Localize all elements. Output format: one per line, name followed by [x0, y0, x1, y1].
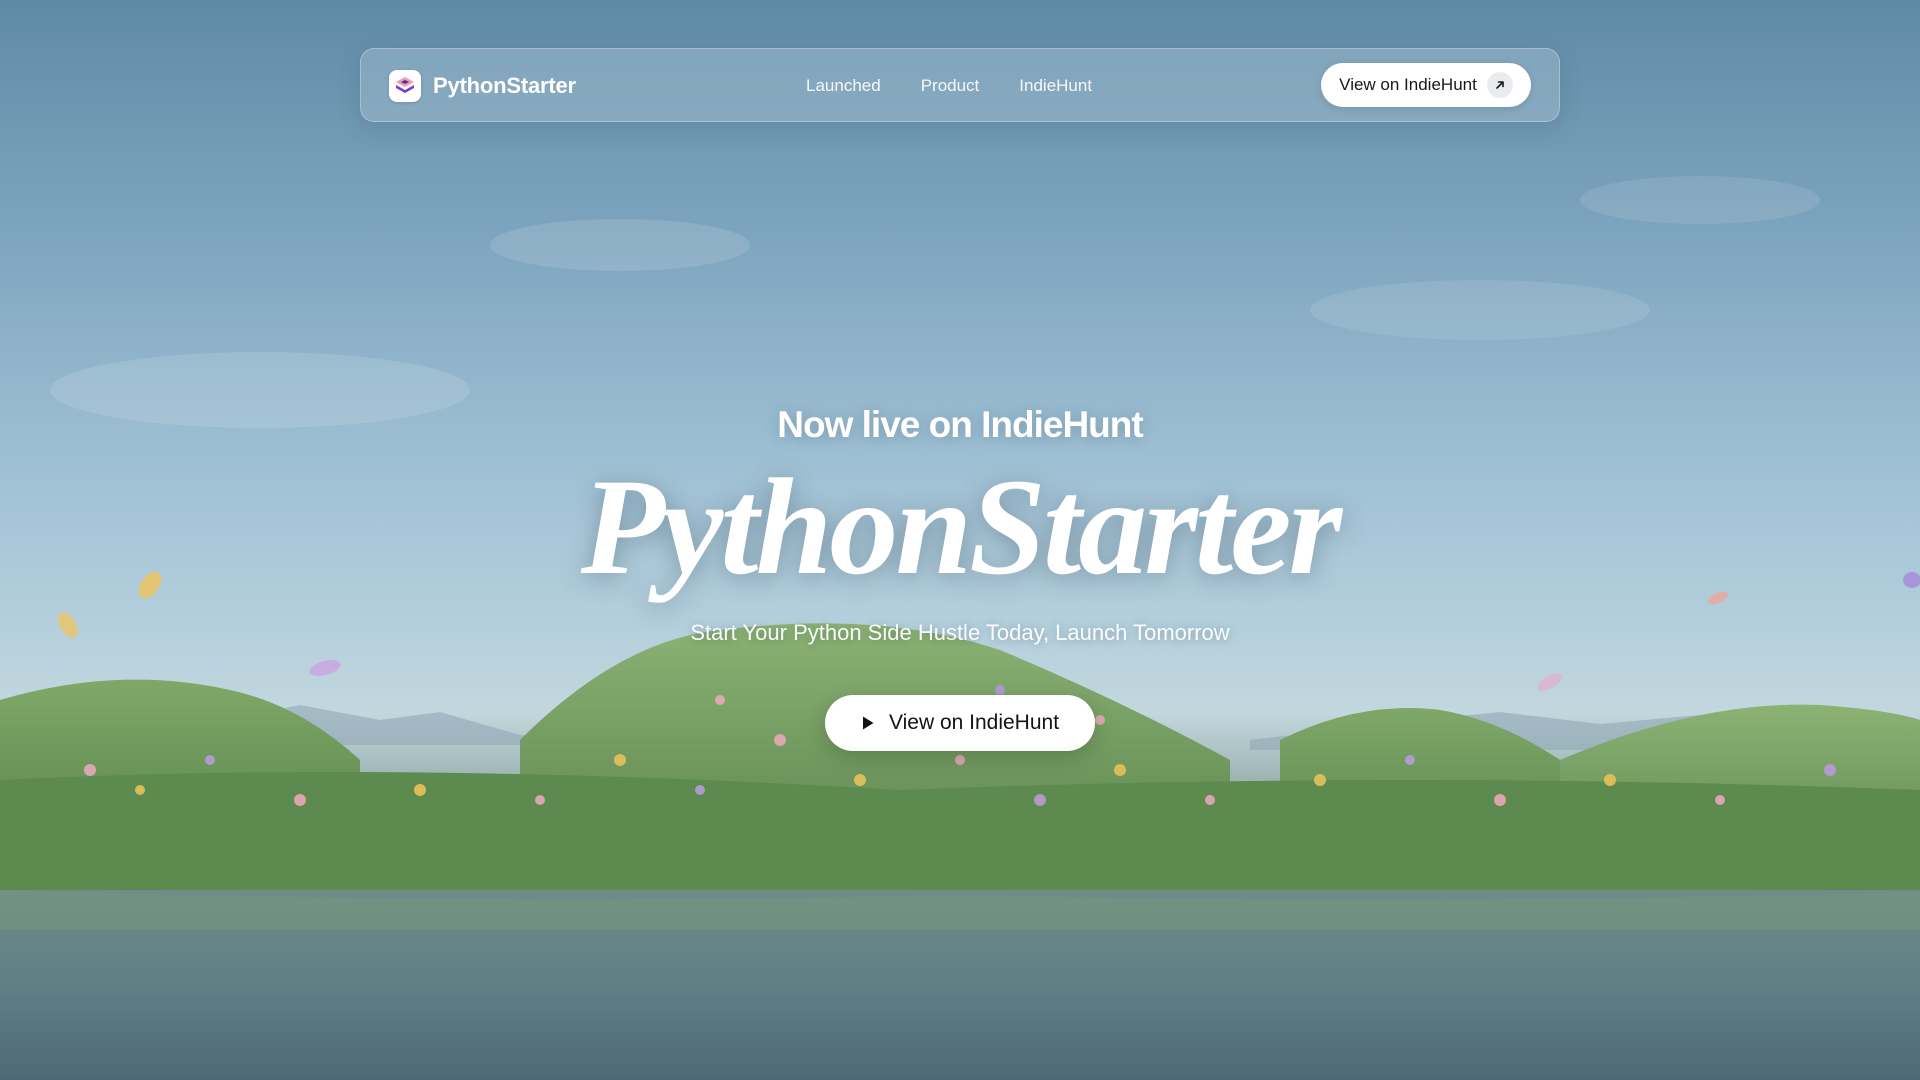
hero-button-label: View on IndieHunt: [888, 711, 1060, 734]
play-icon: [861, 715, 875, 731]
hero-subtitle: Start Your Python Side Hustle Today, Lau…: [690, 620, 1230, 645]
hero-section: Now live on IndieHunt PythonStarter Star…: [0, 0, 1920, 1080]
hero-eyebrow: Now live on IndieHunt: [777, 404, 1143, 445]
view-on-indiehunt-hero-button[interactable]: View on IndieHunt: [825, 695, 1095, 751]
hero-title: PythonStarter: [580, 450, 1342, 603]
hero-background: PythonStarter Launched Product IndieHunt…: [0, 0, 1920, 1080]
